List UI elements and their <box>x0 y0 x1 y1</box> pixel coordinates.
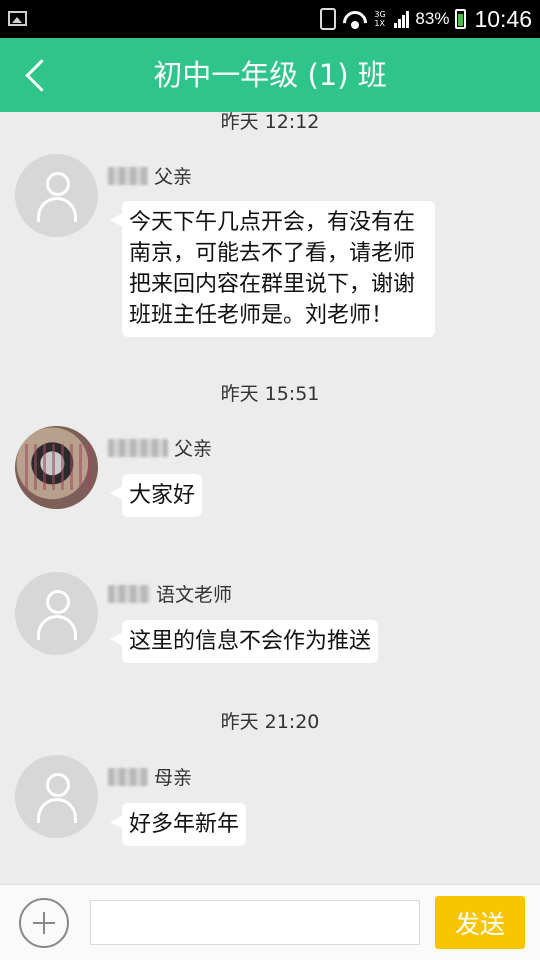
clock: 10:46 <box>474 5 532 32</box>
message-input-bar: 发送 <box>0 884 540 960</box>
user-avatar[interactable] <box>15 572 98 655</box>
blurred-name <box>108 584 150 603</box>
blurred-name <box>108 438 168 457</box>
user-avatar[interactable] <box>15 154 98 237</box>
plus-circle-icon[interactable] <box>19 898 69 948</box>
message-sender: 父亲 <box>108 162 192 189</box>
page-title: 初中一年级 (1) 班 <box>153 58 387 92</box>
message-timestamp: 昨天 21:20 <box>220 711 320 733</box>
sender-role: 母亲 <box>154 767 193 789</box>
message-timestamp: 昨天 15:51 <box>220 383 320 405</box>
user-avatar[interactable] <box>15 755 98 838</box>
message-bubble[interactable]: 大家好 <box>109 474 203 517</box>
message-bubble[interactable]: 今天下午几点开会，有没有在南京，可能去不了看，请老师把来回内容在群里说下，谢谢班… <box>110 201 435 337</box>
message-sender: 父亲 <box>108 434 212 461</box>
sender-role: 父亲 <box>174 438 213 460</box>
wifi-icon <box>342 9 368 29</box>
send-button[interactable]: 发送 <box>435 896 525 949</box>
status-bar: 3G 1X 83% 10:46 <box>0 0 540 38</box>
message-bubble[interactable]: 好多年新年 <box>109 803 247 846</box>
status-icons: 3G 1X 83% 10:46 <box>320 0 532 38</box>
battery-icon <box>455 9 467 29</box>
battery-percent: 83% <box>415 9 450 28</box>
app-header: 初中一年级 (1) 班 <box>0 38 540 112</box>
message-sender: 语文老师 <box>108 580 232 607</box>
message-timestamp: 昨天 12:12 <box>220 112 320 133</box>
sender-role: 语文老师 <box>156 584 233 606</box>
network-type: 3G 1X <box>374 10 386 28</box>
message-input[interactable] <box>90 900 420 945</box>
chat-list[interactable]: 昨天 12:12 父亲 今天下午几点开会，有没有在南京，可能去不了看，请老师把来… <box>0 112 540 884</box>
vibrate-icon <box>320 8 337 30</box>
photo-avatar[interactable] <box>15 426 98 509</box>
blurred-name <box>108 767 148 786</box>
sender-role: 父亲 <box>154 166 193 188</box>
image-icon <box>8 11 27 26</box>
signal-icon <box>394 10 410 28</box>
blurred-name <box>108 166 148 185</box>
message-sender: 母亲 <box>108 763 192 790</box>
message-bubble[interactable]: 这里的信息不会作为推送 <box>109 620 379 663</box>
